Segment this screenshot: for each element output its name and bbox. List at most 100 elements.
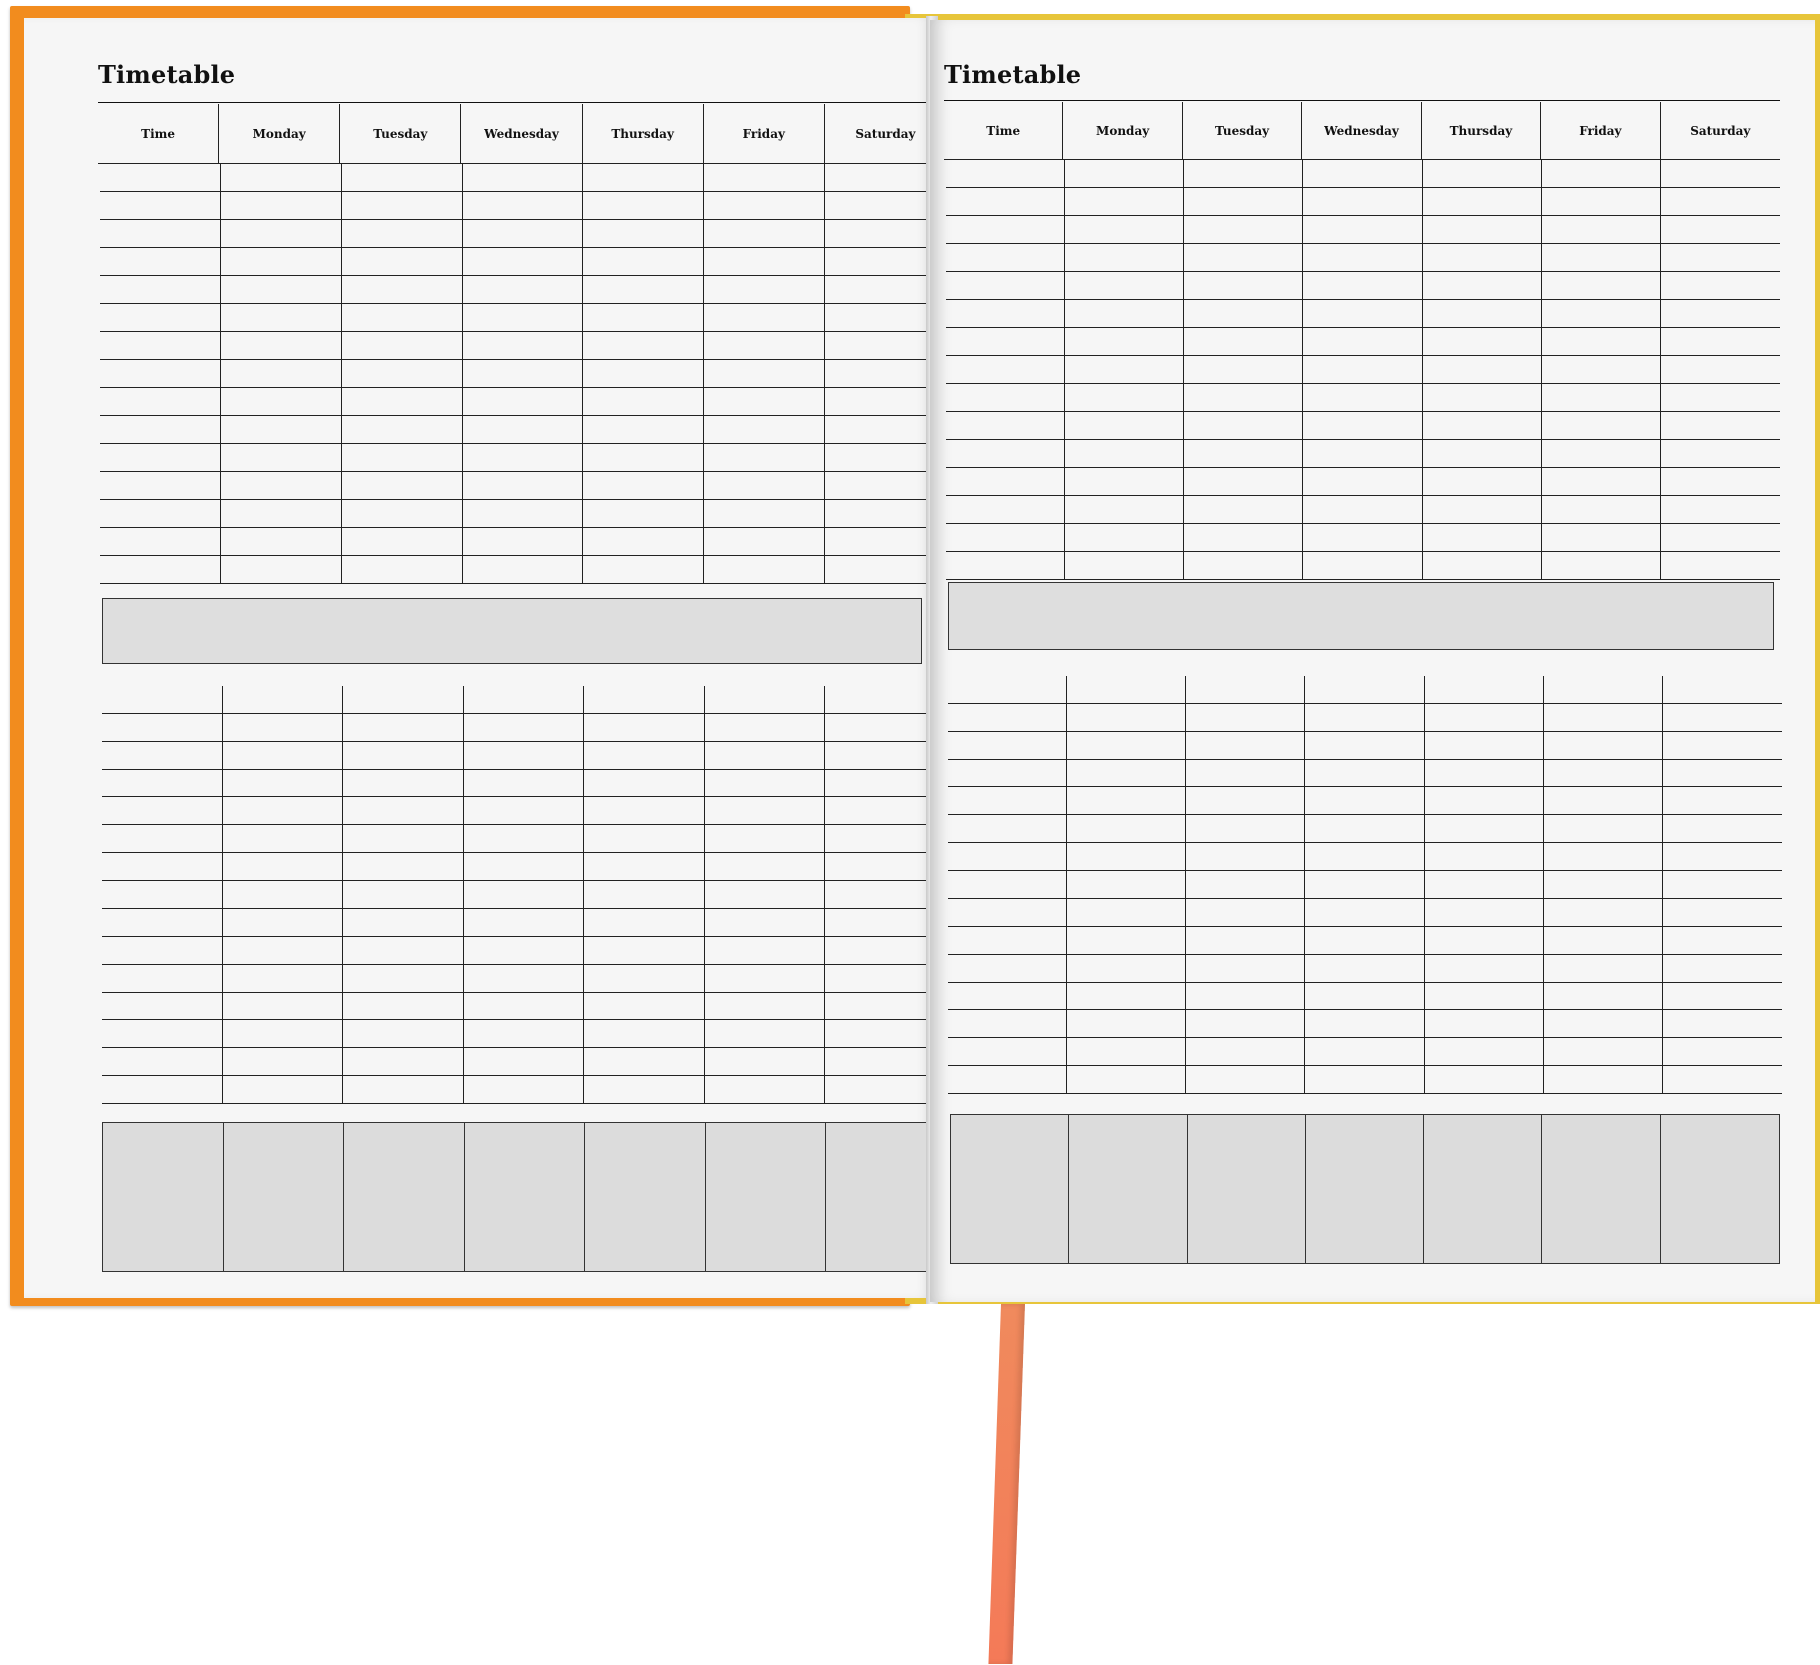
timetable-cell	[102, 853, 223, 882]
timetable-cell	[1662, 704, 1782, 732]
right-grid-lower	[948, 676, 1782, 1094]
timetable-cell	[1660, 188, 1780, 216]
timetable-cell	[100, 164, 221, 192]
timetable-cell	[463, 936, 585, 965]
timetable-cell	[704, 332, 826, 360]
timetable-cell	[1065, 272, 1185, 300]
right-title-rule	[944, 100, 1780, 101]
timetable-cell	[462, 388, 584, 416]
timetable-cell	[462, 304, 584, 332]
timetable-cell	[222, 686, 344, 714]
timetable-cell	[1660, 300, 1780, 328]
timetable-cell	[948, 926, 1068, 955]
timetable-cell	[463, 908, 585, 937]
timetable-cell	[1305, 787, 1425, 816]
timetable-cell	[1660, 496, 1780, 524]
timetable-cell	[343, 964, 464, 993]
timetable-cell	[1305, 898, 1425, 927]
timetable-cell	[1065, 496, 1185, 524]
timetable-cell	[222, 853, 344, 882]
timetable-cell	[463, 1048, 585, 1077]
timetable-cell	[1303, 496, 1423, 524]
bookmark-ribbon[interactable]	[988, 1304, 1025, 1664]
timetable-cell	[1186, 1038, 1306, 1067]
timetable-cell	[584, 936, 705, 965]
left-grid-upper	[100, 164, 946, 584]
timetable-cell	[1305, 926, 1425, 955]
timetable-cell	[102, 713, 223, 742]
timetable-cell	[1424, 731, 1544, 760]
timetable-cell	[1067, 815, 1187, 844]
right-col-wednesday: Wednesday	[1302, 102, 1422, 160]
timetable-cell	[583, 360, 705, 388]
timetable-cell	[1184, 468, 1304, 496]
timetable-cell	[220, 360, 342, 388]
right-header-row: Time Monday Tuesday Wednesday Thursday F…	[944, 102, 1780, 160]
timetable-cell	[341, 416, 463, 444]
timetable-cell	[704, 797, 826, 826]
left-col-wednesday: Wednesday	[461, 104, 583, 164]
timetable-cell	[220, 276, 342, 304]
timetable-cell	[1067, 898, 1187, 927]
timetable-cell	[948, 871, 1068, 899]
timetable-cell	[584, 1076, 705, 1104]
timetable-cell	[341, 556, 463, 584]
timetable-cell	[1541, 496, 1661, 524]
timetable-cell	[1067, 1038, 1187, 1067]
right-col-monday: Monday	[1063, 102, 1183, 160]
timetable-cell	[704, 472, 826, 500]
timetable-cell	[1543, 676, 1663, 704]
timetable-cell	[220, 528, 342, 556]
left-page: Timetable Time Monday Tuesday Wednesday …	[24, 18, 948, 1298]
timetable-cell	[1303, 244, 1423, 272]
timetable-cell	[100, 416, 221, 444]
timetable-cell	[341, 276, 463, 304]
timetable-cell	[1662, 871, 1782, 899]
right-col-friday: Friday	[1541, 102, 1661, 160]
timetable-cell	[463, 1076, 585, 1104]
timetable-cell	[1662, 1066, 1782, 1094]
timetable-cell	[946, 524, 1066, 552]
timetable-cell	[1541, 328, 1661, 356]
timetable-cell	[1424, 787, 1544, 816]
timetable-cell	[1186, 703, 1306, 732]
timetable-cell	[462, 528, 584, 556]
left-page-title: Timetable	[98, 60, 236, 89]
timetable-cell	[1424, 703, 1544, 732]
right-bottom-box	[1306, 1115, 1425, 1263]
timetable-cell	[1186, 731, 1306, 760]
timetable-cell	[583, 220, 705, 248]
timetable-cell	[1424, 954, 1544, 983]
timetable-cell	[102, 741, 223, 770]
right-page-title: Timetable	[944, 60, 1082, 89]
timetable-cell	[463, 797, 585, 826]
timetable-cell	[1660, 356, 1780, 384]
right-bottom-box	[1424, 1115, 1543, 1263]
timetable-cell	[1186, 982, 1306, 1011]
timetable-cell	[584, 964, 705, 993]
timetable-cell	[1662, 787, 1782, 816]
timetable-cell	[100, 500, 221, 528]
timetable-cell	[1303, 300, 1423, 328]
timetable-cell	[1662, 676, 1782, 704]
timetable-cell	[704, 444, 826, 472]
timetable-cell	[220, 304, 342, 332]
timetable-cell	[220, 416, 342, 444]
timetable-cell	[222, 1076, 344, 1104]
timetable-cell	[102, 936, 223, 965]
timetable-cell	[1184, 328, 1304, 356]
timetable-cell	[1541, 468, 1661, 496]
left-bottom-boxes	[102, 1122, 948, 1272]
timetable-cell	[946, 384, 1066, 412]
timetable-cell	[1424, 1010, 1544, 1039]
timetable-cell	[220, 192, 342, 220]
timetable-cell	[948, 676, 1068, 704]
right-bottom-box	[1188, 1115, 1306, 1263]
timetable-cell	[220, 444, 342, 472]
timetable-cell	[343, 797, 464, 826]
left-col-thursday: Thursday	[582, 104, 704, 164]
timetable-cell	[222, 908, 344, 937]
timetable-cell	[1424, 982, 1544, 1011]
left-bottom-box	[224, 1123, 345, 1271]
timetable-cell	[463, 769, 585, 798]
